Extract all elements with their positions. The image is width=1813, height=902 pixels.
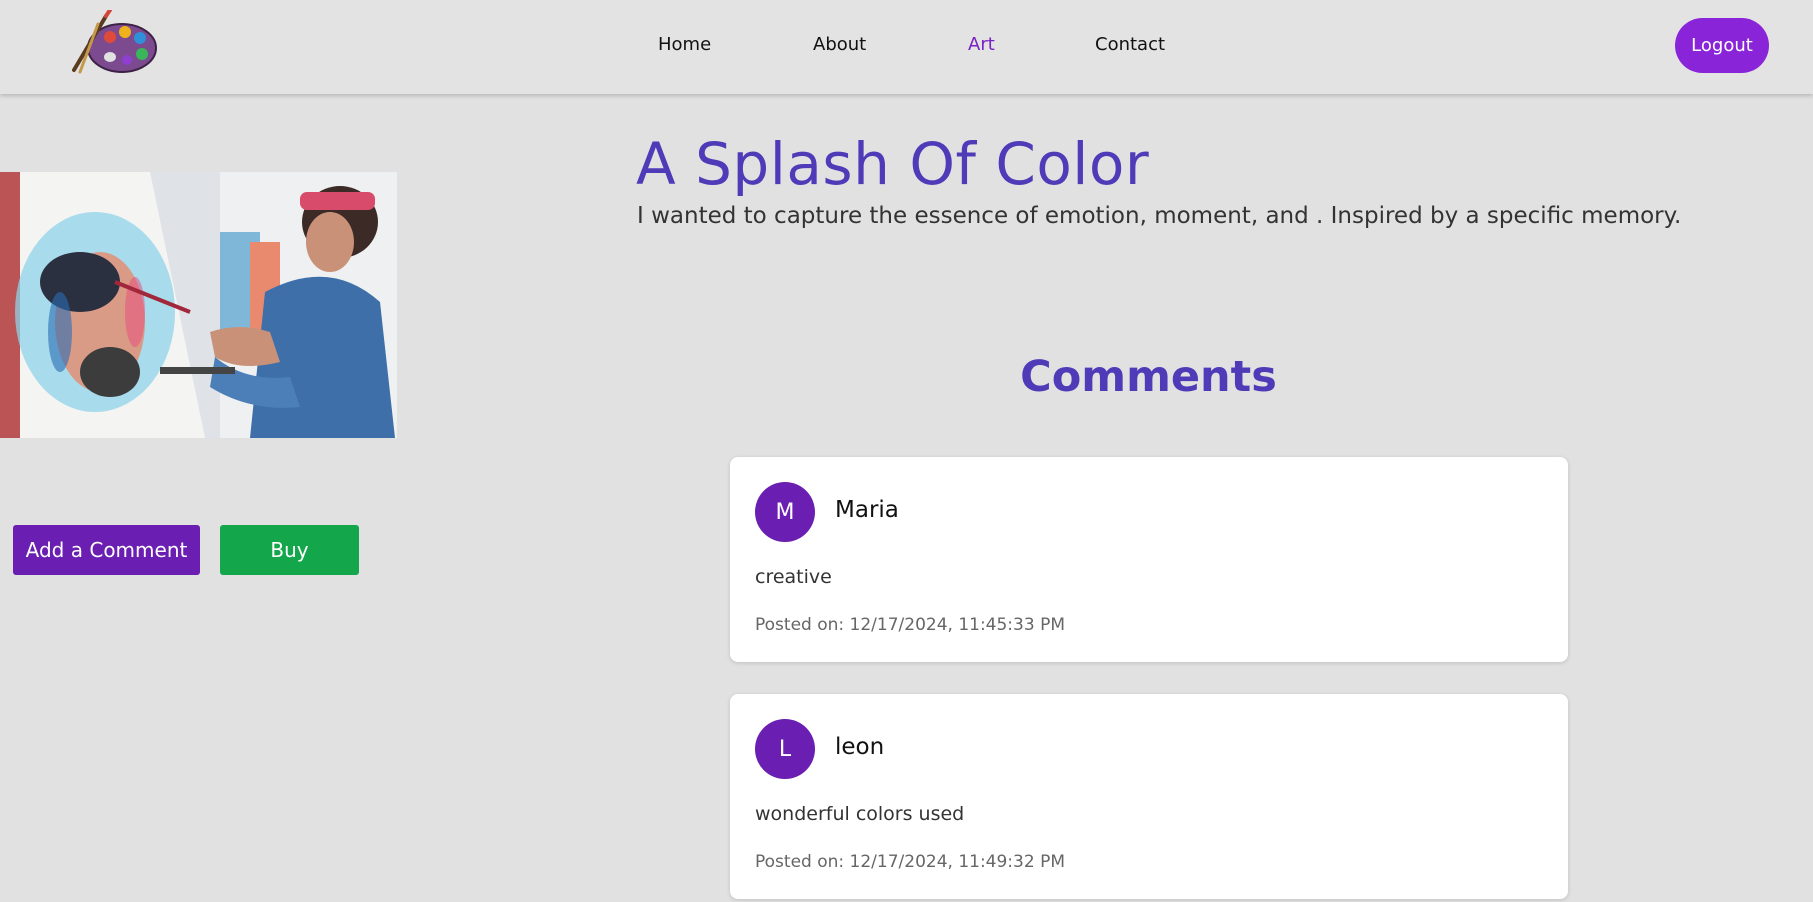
- add-comment-button[interactable]: Add a Comment: [13, 525, 200, 575]
- comment-username: Maria: [835, 497, 899, 523]
- top-navbar: Home About Art Contact Logout: [0, 0, 1813, 94]
- nav-about[interactable]: About: [813, 34, 866, 55]
- nav-contact[interactable]: Contact: [1095, 34, 1165, 55]
- comment-text: wonderful colors used: [755, 803, 965, 825]
- comment-timestamp: Posted on: 12/17/2024, 11:45:33 PM: [755, 615, 1065, 635]
- buy-button[interactable]: Buy: [220, 525, 359, 575]
- artwork-description: I wanted to capture the essence of emoti…: [637, 203, 1682, 229]
- comments-heading: Comments: [1020, 352, 1277, 402]
- nav-art[interactable]: Art: [968, 34, 995, 55]
- comment-username: leon: [835, 734, 885, 760]
- avatar: M: [755, 482, 815, 542]
- avatar: L: [755, 719, 815, 779]
- palette-logo-icon[interactable]: [70, 8, 160, 76]
- nav-home[interactable]: Home: [658, 34, 711, 55]
- comment-card: M Maria creative Posted on: 12/17/2024, …: [730, 457, 1568, 662]
- comment-card: L leon wonderful colors used Posted on: …: [730, 694, 1568, 899]
- comment-timestamp: Posted on: 12/17/2024, 11:49:32 PM: [755, 852, 1065, 872]
- artwork-title: A Splash Of Color: [636, 130, 1150, 198]
- logout-button[interactable]: Logout: [1675, 18, 1769, 73]
- comment-text: creative: [755, 566, 832, 588]
